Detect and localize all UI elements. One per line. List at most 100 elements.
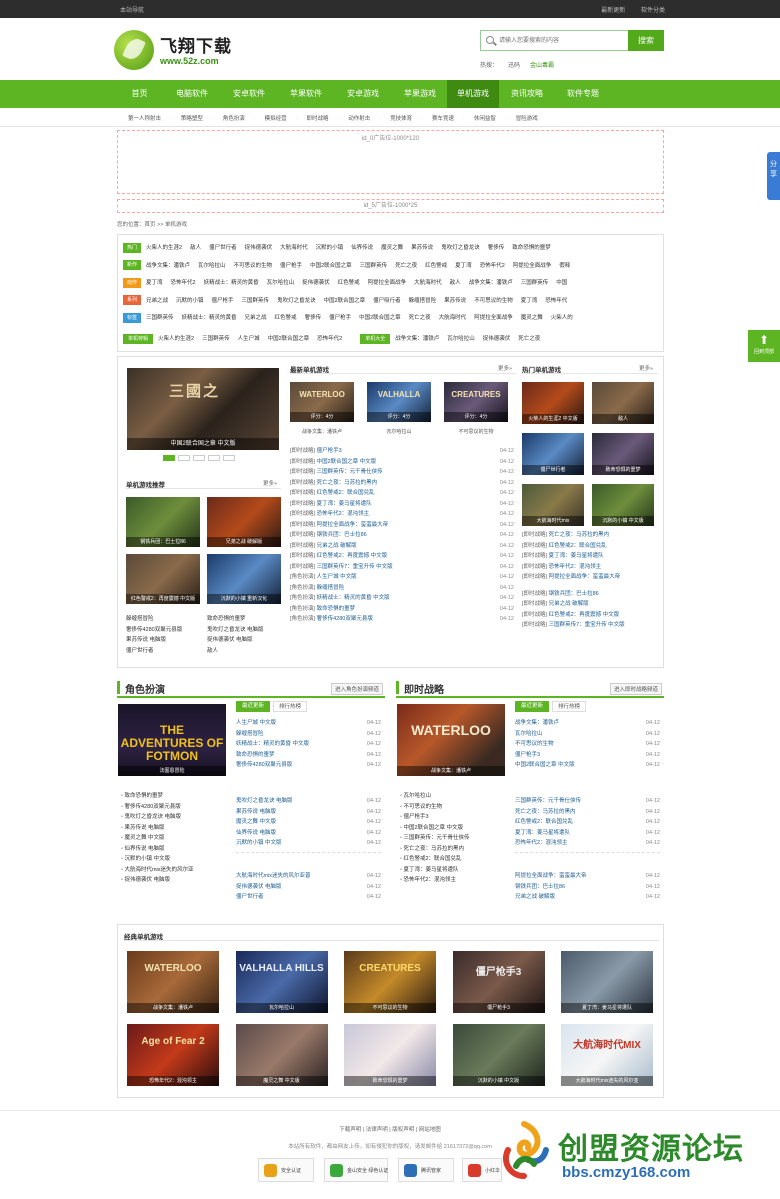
tag-link[interactable]: 魔灵之舞	[381, 245, 403, 251]
classic-game-thumb[interactable]: VALHALLA HILLS 瓦尔哈拉山	[235, 951, 328, 1013]
list-item[interactable]: 沉默的小镇 中文版 04-12	[236, 838, 381, 849]
list-item[interactable]: • 不可思议的生物	[400, 802, 508, 813]
tag-link[interactable]: 恐怖年代	[545, 298, 567, 304]
tag-link[interactable]: 恐怖年代2	[480, 263, 505, 269]
section-entry-button[interactable]: 进入角色扮演频道	[330, 683, 383, 695]
list-item[interactable]: 战争文集：潘铁卢 04-12	[515, 718, 660, 729]
list-item[interactable]: • 中国2联合国之章 中文版	[400, 823, 508, 834]
tag-link[interactable]: 火柴人的生涯2	[146, 245, 182, 251]
list-item[interactable]: 人生尸城 中文版 04-12	[236, 718, 381, 729]
list-item[interactable]: 鬼吹灯之昏龙诀 电脑版 04-12	[236, 796, 381, 807]
list-item[interactable]: [即时战略] 死亡之夜：马苏拉的黑内	[522, 530, 658, 541]
thumb-title[interactable]: 不可思议的生物	[444, 428, 508, 435]
ad-slot-banner[interactable]: id_5广告位-1000*25	[117, 199, 664, 213]
list-item[interactable]: [即时战略] 阿提拉全面战争：蛮蛮最大帝 04-12	[290, 520, 514, 531]
list-item[interactable]: 僵尸世行者 04-12	[236, 892, 381, 903]
tag-link[interactable]: 鬼吹灯之昏龙诀	[441, 245, 480, 251]
subnav-item[interactable]: 角色扮演	[223, 116, 245, 122]
nav-item[interactable]: 单机游戏	[447, 80, 499, 108]
tab-ranking[interactable]: 排行热榜	[552, 701, 586, 712]
nav-item[interactable]: 电脑软件	[164, 80, 220, 108]
list-item[interactable]: 敌人	[207, 646, 285, 657]
ad-slot-top[interactable]: id_0广告位-1000*120	[117, 130, 664, 194]
latest-more-link[interactable]: 更多»	[498, 364, 512, 372]
list-item[interactable]: 恐怖年代2：混沌领主 04-12	[515, 838, 660, 849]
list-item[interactable]: [角色扮演] 躲缠搭冒险 04-12	[290, 583, 514, 594]
classic-game-thumb[interactable]: CREATURES 不可思议的生物	[344, 951, 436, 1013]
list-item[interactable]: [即时战略] 三国群英传：元千骨仕侠传 04-12	[290, 467, 514, 478]
featured-slide[interactable]: 三國之 中国2联合国之章 中文版	[127, 368, 279, 450]
list-item[interactable]: • 三国群英传：元千骨仕侠传	[400, 833, 508, 844]
search-button[interactable]: 搜索	[628, 30, 664, 51]
section-entry-button[interactable]: 进入即时战略频道	[609, 683, 662, 695]
tag-link[interactable]: 夏丁湾	[521, 298, 538, 304]
list-item[interactable]: [即时战略] 三国群英传7：重宝升传 中文版	[522, 620, 658, 631]
tag-link[interactable]: 僵尸枪手	[212, 298, 234, 304]
list-item[interactable]: • 恐怖年代2：混沌领主	[400, 875, 508, 886]
section-cover[interactable]: THE ADVENTURES OF FOTMON 法图恩冒险	[118, 704, 226, 776]
back-to-top-button[interactable]: ⬆ 回到顶部	[748, 330, 780, 362]
nav-item[interactable]: 首页	[117, 80, 162, 108]
slider-dot[interactable]	[178, 455, 190, 461]
tag-link[interactable]: 死亡之夜	[409, 315, 431, 321]
list-item[interactable]: 捉伟德袭伏 电脑版 04-12	[236, 882, 381, 893]
tag-link[interactable]: 阿提拉全面战争	[474, 315, 513, 321]
list-item[interactable]: [即时战略] 夏丁湾：姜马星将遭队	[522, 551, 658, 562]
list-item[interactable]: • 奢侈传4280双聚元县版	[121, 802, 229, 813]
list-item[interactable]: • 僵尸枪手3	[400, 812, 508, 823]
list-item[interactable]: • 仙界传说 电脑版	[121, 844, 229, 855]
tag-link[interactable]: 瓦尔哈拉山	[267, 280, 295, 286]
nav-item[interactable]: 苹果游戏	[392, 80, 448, 108]
list-item[interactable]: [即时战略] 中国2联合国之章 中文版 04-12	[290, 457, 514, 468]
rec-more-link[interactable]: 更多»	[263, 479, 277, 487]
nav-item[interactable]: 安卓游戏	[335, 80, 391, 108]
list-item[interactable]: [即时战略] 钢铁兵团：巴士拉86	[522, 589, 658, 600]
list-item[interactable]: • 沉默的小镇 中文版	[121, 854, 229, 865]
tag-link[interactable]: 兄弟之战	[146, 298, 168, 304]
tag-link[interactable]: 恐怖年代2	[317, 336, 342, 342]
tag-link[interactable]: 中国2联合国之章	[310, 263, 352, 269]
subnav-item[interactable]: 第一人称射击	[128, 116, 161, 122]
tag-link[interactable]: 不可思议的生物	[234, 263, 273, 269]
search-input[interactable]	[499, 34, 627, 47]
list-item[interactable]: 死亡之夜：马苏拉的黑内 04-12	[515, 807, 660, 818]
tag-link[interactable]: 三国群英传	[202, 336, 230, 342]
security-badge[interactable]: 安全认证	[258, 1158, 314, 1182]
tag-link[interactable]: 沉默的小镇	[316, 245, 344, 251]
list-item[interactable]: 躲缠搭冒险	[126, 614, 204, 625]
tag-link[interactable]: 大航海时代	[439, 315, 467, 321]
subnav-item[interactable]: 动作射击	[348, 116, 370, 122]
tag-link[interactable]: 僵尸吸行者	[373, 298, 401, 304]
tag-link[interactable]: 阿提拉全面战争	[513, 263, 552, 269]
list-item[interactable]: 阿提拉全面战争：蛮蛮最大帝 04-12	[515, 871, 660, 882]
classic-game-thumb[interactable]: 大航海时代MIX 大航海时代mix迷失的风尔亚	[561, 1024, 653, 1086]
tag-link[interactable]: 奢侈传	[305, 315, 322, 321]
subnav-item[interactable]: 竞技体育	[390, 116, 412, 122]
tag-link[interactable]: 妖精战士：精灵的黄昏	[204, 280, 259, 286]
list-item[interactable]: • 夏丁湾：姜马星将遭队	[400, 865, 508, 876]
list-item[interactable]: [即时战略] 钢铁兵团：巴士拉86 04-12	[290, 530, 514, 541]
tag-link[interactable]: 红色警戒	[275, 315, 297, 321]
list-item[interactable]: • 大航海时代mix迷失的风尔亚	[121, 865, 229, 876]
tag-link[interactable]: 人生尸城	[238, 336, 260, 342]
hot-game-thumb[interactable]: 大航海时代mix	[522, 484, 584, 526]
classic-game-thumb[interactable]: 致命恐惧的噩梦	[344, 1024, 436, 1086]
list-item[interactable]: • 魔灵之舞 中文版	[121, 833, 229, 844]
list-item[interactable]: [角色扮演] 致命恐惧的噩梦 04-12	[290, 604, 514, 615]
latest-game-thumb[interactable]: WATERLOO 评分：4分	[290, 382, 354, 422]
tag-link[interactable]: 大航海时代	[280, 245, 308, 251]
list-item[interactable]: 捉伟德袭伏 电脑版	[207, 635, 285, 646]
list-item[interactable]: [即时战略] 夏丁湾：姜马星将遭队 04-12	[290, 499, 514, 510]
list-item[interactable]: [即时战略] 恐怖年代2：混沌领主 04-12	[290, 509, 514, 520]
hot-game-thumb[interactable]: 沉默的小镇 中文版	[592, 484, 654, 526]
tag-link[interactable]: 死亡之夜	[395, 263, 417, 269]
list-item[interactable]: • 红色警戒2：联合国兑乱	[400, 854, 508, 865]
tag-link[interactable]: 夏丁湾	[146, 280, 163, 286]
list-item[interactable]: 夏丁湾：姜马星将遭队 04-12	[515, 828, 660, 839]
hot-word-link[interactable]: 金山毒霸	[530, 63, 554, 69]
tag-link[interactable]: 假释	[559, 263, 570, 269]
list-item[interactable]: • 瓦尔哈拉山	[400, 791, 508, 802]
hot-word-link[interactable]: 迅码	[508, 63, 520, 69]
nav-item[interactable]: 软件专题	[555, 80, 611, 108]
rec-game-thumb[interactable]: 红色警戒2：再度震撼 中文版	[126, 554, 200, 604]
